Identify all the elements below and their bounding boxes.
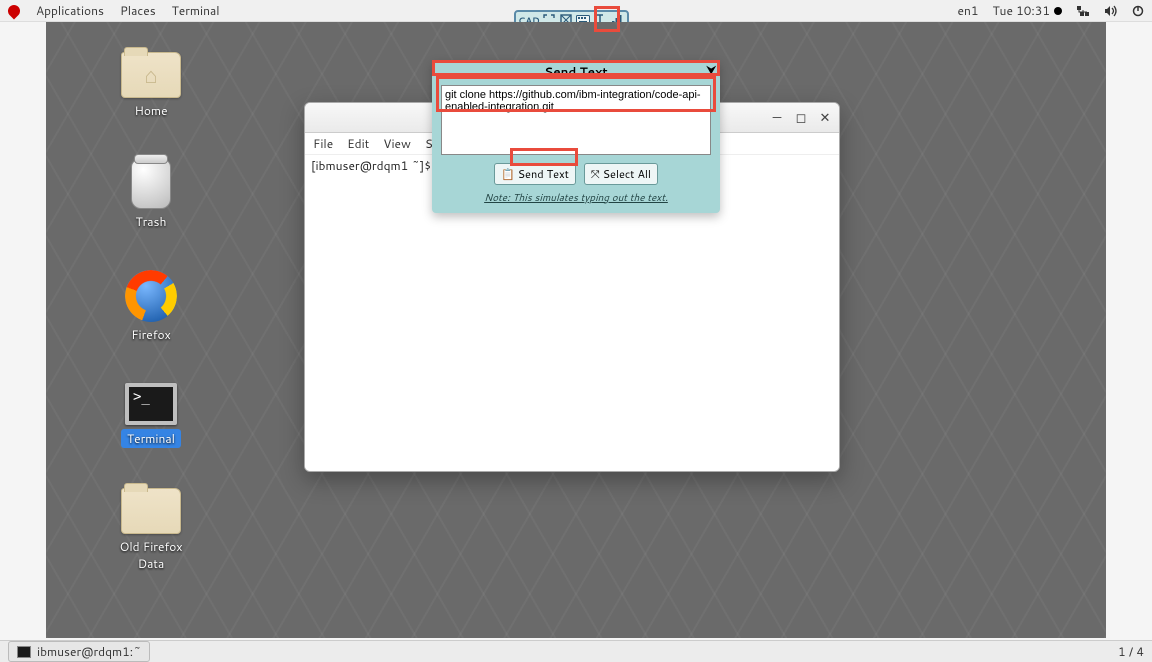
taskbar-item-label: ibmuser@rdqm1:~ bbox=[37, 643, 141, 660]
icon-label: Old Firefox Data bbox=[106, 538, 196, 572]
window-maximize-button[interactable]: ◻ bbox=[793, 110, 809, 126]
folder-icon bbox=[121, 52, 181, 98]
desktop[interactable]: Home Trash Firefox >_ Terminal Old Firef… bbox=[46, 22, 1106, 638]
menu-places[interactable]: Places bbox=[120, 2, 156, 19]
redhat-icon bbox=[6, 2, 23, 19]
taskbar-item-terminal[interactable]: ibmuser@rdqm1:~ bbox=[8, 641, 150, 662]
terminal-icon bbox=[17, 646, 31, 658]
network-icon[interactable] bbox=[1076, 5, 1090, 17]
send-text-panel: Send Text ⮟ 📋 Send Text ⤧ Select All Not… bbox=[432, 60, 720, 213]
power-icon[interactable] bbox=[1132, 5, 1144, 17]
menu-terminal[interactable]: Terminal bbox=[172, 2, 220, 19]
desktop-icon-terminal[interactable]: >_ Terminal bbox=[106, 383, 196, 448]
icon-label: Trash bbox=[136, 213, 167, 230]
desktop-icon-trash[interactable]: Trash bbox=[106, 159, 196, 230]
menu-file[interactable]: File bbox=[313, 135, 333, 152]
icon-label: Firefox bbox=[131, 326, 171, 343]
desktop-icon-home[interactable]: Home bbox=[106, 52, 196, 119]
send-text-button[interactable]: 📋 Send Text bbox=[494, 163, 576, 185]
volume-icon[interactable] bbox=[1104, 5, 1118, 17]
desktop-icon-firefox[interactable]: Firefox bbox=[106, 270, 196, 343]
icon-label: Home bbox=[134, 102, 167, 119]
select-all-icon: ⤧ bbox=[591, 166, 600, 182]
terminal-icon: >_ bbox=[125, 383, 177, 425]
clock[interactable]: Tue 10:31 bbox=[992, 2, 1062, 19]
menu-edit[interactable]: Edit bbox=[347, 135, 369, 152]
desktop-icon-old-firefox[interactable]: Old Firefox Data bbox=[106, 488, 196, 572]
trash-icon bbox=[131, 159, 171, 209]
select-all-button[interactable]: ⤧ Select All bbox=[584, 163, 658, 185]
window-minimize-button[interactable]: — bbox=[769, 110, 785, 126]
send-text-note: Note: This simulates typing out the text… bbox=[432, 191, 720, 205]
keyboard-layout[interactable]: en1 bbox=[957, 2, 978, 19]
collapse-icon[interactable]: ⮟ bbox=[707, 62, 716, 78]
icon-label: Terminal bbox=[121, 429, 181, 448]
firefox-icon bbox=[125, 270, 177, 322]
menu-applications[interactable]: Applications bbox=[36, 2, 104, 19]
workspace-indicator[interactable]: 1 / 4 bbox=[1118, 643, 1144, 660]
bottom-taskbar: ibmuser@rdqm1:~ 1 / 4 bbox=[0, 640, 1152, 662]
send-text-textarea[interactable] bbox=[441, 85, 711, 155]
menu-view[interactable]: View bbox=[383, 135, 411, 152]
paste-icon: 📋 bbox=[501, 166, 515, 182]
terminal-prompt: [ibmuser@rdqm1 ~]$ bbox=[311, 157, 434, 174]
window-close-button[interactable]: ✕ bbox=[817, 110, 833, 126]
folder-icon bbox=[121, 488, 181, 534]
send-text-header: Send Text ⮟ bbox=[432, 60, 720, 83]
